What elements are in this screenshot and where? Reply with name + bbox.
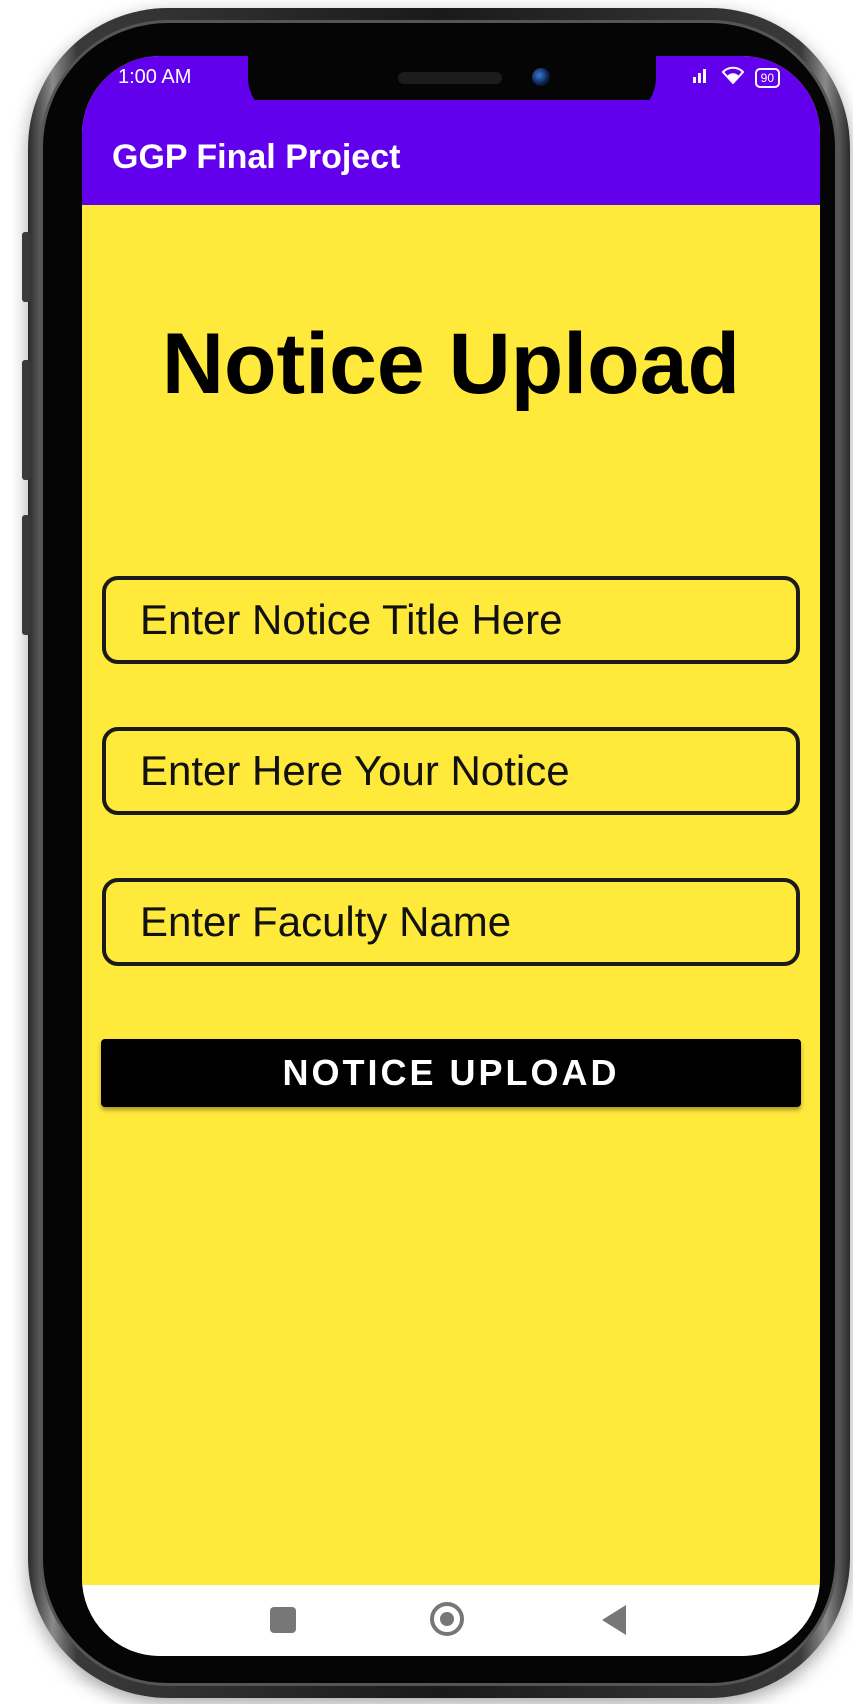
status-time: 1:00 AM — [118, 66, 192, 88]
faculty-name-input[interactable] — [102, 878, 800, 966]
phone-screen: 1:00 AM 90 GGP Final Project Notice Uplo… — [82, 56, 820, 1656]
earpiece-speaker — [398, 72, 502, 84]
wifi-icon — [721, 66, 745, 89]
notice-body-input[interactable] — [102, 727, 800, 815]
battery-icon: 90 — [754, 67, 780, 88]
status-icons: 90 — [692, 66, 780, 89]
app-title: GGP Final Project — [112, 138, 401, 176]
volume-down-button — [22, 515, 30, 635]
signal-icon — [692, 67, 711, 88]
home-icon[interactable] — [430, 1602, 464, 1636]
system-nav-bar — [82, 1585, 820, 1656]
main-content: Notice Upload NOTICE UPLOAD — [82, 205, 820, 1585]
recents-icon[interactable] — [270, 1607, 296, 1633]
page-title: Notice Upload — [161, 316, 741, 412]
mute-switch — [22, 232, 30, 302]
back-icon[interactable] — [602, 1605, 626, 1635]
volume-up-button — [22, 360, 30, 480]
app-bar: GGP Final Project — [82, 100, 820, 205]
notice-title-input[interactable] — [102, 576, 800, 664]
notice-upload-button[interactable]: NOTICE UPLOAD — [101, 1039, 801, 1107]
front-camera — [532, 68, 550, 86]
